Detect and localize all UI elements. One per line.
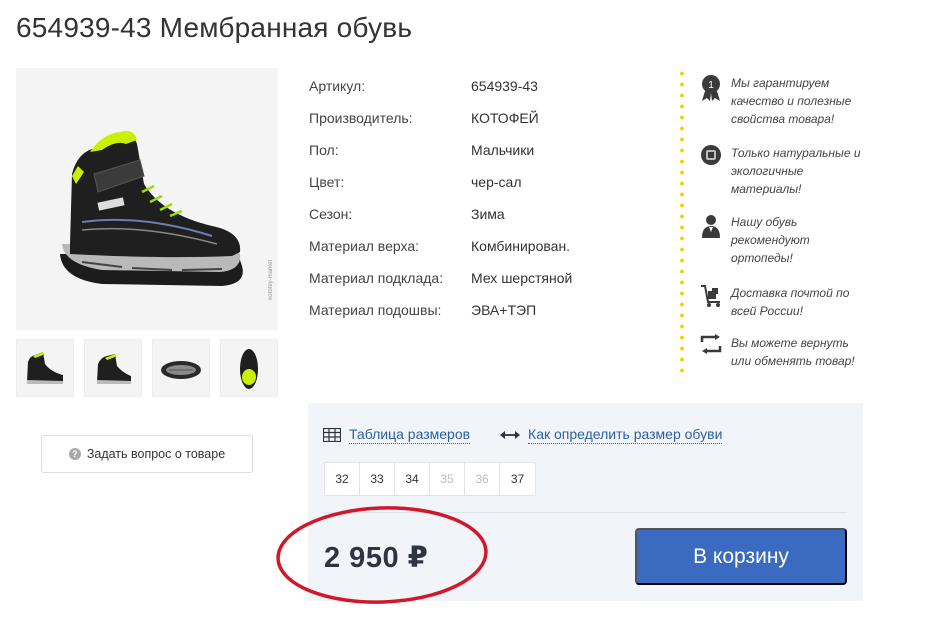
spec-value: КОТОФЕЙ bbox=[471, 110, 539, 126]
spec-row: Материал верха: Комбинирован. bbox=[309, 236, 572, 268]
spec-row: Материал подошвы: ЭВА+ТЭП bbox=[309, 300, 572, 332]
benefit-text: Только натуральные и экологичные материа… bbox=[731, 146, 861, 196]
spec-row: Пол: Мальчики bbox=[309, 140, 572, 172]
panel-divider bbox=[324, 512, 847, 513]
benefit-item: Вы можете вернуть или обменять товар! bbox=[699, 334, 871, 370]
boot-sole-thumb-icon bbox=[161, 361, 201, 379]
benefit-item: Доставка почтой по всей России! bbox=[699, 284, 871, 320]
benefit-text: Вы можете вернуть или обменять товар! bbox=[731, 336, 855, 368]
boot-top-thumb-icon bbox=[240, 349, 258, 389]
boot-thumb-icon bbox=[97, 354, 131, 384]
award-medal-icon: 1 bbox=[699, 74, 723, 128]
benefits-list: 1 Мы гарантируем качество и полезные сво… bbox=[680, 68, 875, 376]
spec-value: 654939-43 bbox=[471, 78, 538, 94]
spec-label: Производитель: bbox=[309, 110, 413, 126]
spec-row: Цвет: чер-сал bbox=[309, 172, 572, 204]
spec-label: Сезон: bbox=[309, 206, 353, 222]
ask-question-label: Задать вопрос о товаре bbox=[86, 447, 226, 461]
size-option[interactable]: 34 bbox=[395, 463, 430, 495]
delivery-cart-icon bbox=[699, 284, 723, 320]
spec-label: Материал подклада: bbox=[309, 270, 444, 286]
question-icon: ? bbox=[68, 448, 81, 460]
spec-label: Артикул: bbox=[309, 78, 366, 94]
spec-label: Цвет: bbox=[309, 174, 345, 190]
product-main-image[interactable]: kotofey-market bbox=[16, 68, 278, 330]
purchase-panel: Таблица размеров Как определить размер о… bbox=[308, 403, 863, 601]
svg-text:1: 1 bbox=[708, 80, 714, 91]
benefit-item: Только натуральные и экологичные материа… bbox=[699, 144, 871, 198]
natural-material-icon bbox=[699, 144, 723, 198]
thumbnail-sole[interactable] bbox=[152, 339, 210, 397]
spec-value: Мех шерстяной bbox=[471, 270, 573, 286]
thumbnail-top[interactable] bbox=[220, 339, 278, 397]
size-selector: 32 33 34 35 36 37 bbox=[324, 462, 536, 496]
thumbnail-strip bbox=[16, 339, 278, 397]
boot-illustration bbox=[60, 131, 243, 286]
spec-value: Комбинирован. bbox=[471, 238, 571, 254]
double-arrow-icon bbox=[500, 430, 521, 439]
benefit-item: 1 Мы гарантируем качество и полезные сво… bbox=[699, 74, 871, 128]
size-links: Таблица размеров Как определить размер о… bbox=[323, 425, 723, 444]
size-table-link[interactable]: Таблица размеров bbox=[323, 425, 471, 444]
size-option-unavailable: 35 bbox=[430, 463, 465, 495]
size-guide-link-label[interactable]: Как определить размер обуви bbox=[528, 425, 723, 444]
benefit-text: Мы гарантируем качество и полезные свойс… bbox=[731, 76, 852, 126]
spec-row: Сезон: Зима bbox=[309, 204, 572, 236]
image-watermark: kotofey-market bbox=[268, 260, 274, 300]
boot-thumb-icon bbox=[27, 352, 63, 384]
spec-label: Материал подошвы: bbox=[309, 302, 442, 318]
size-option-unavailable: 36 bbox=[465, 463, 500, 495]
spec-value: чер-сал bbox=[471, 174, 522, 190]
add-to-cart-button[interactable]: В корзину bbox=[635, 528, 847, 585]
thumbnail-front-side[interactable] bbox=[84, 339, 142, 397]
product-price: 2 950 ₽ bbox=[324, 542, 429, 574]
spec-row: Артикул: 654939-43 bbox=[309, 76, 572, 108]
thumbnail-side[interactable] bbox=[16, 339, 74, 397]
spec-value: Зима bbox=[471, 206, 505, 222]
benefit-text: Доставка почтой по всей России! bbox=[731, 286, 850, 318]
dotted-divider bbox=[680, 68, 684, 376]
return-exchange-icon bbox=[699, 334, 723, 370]
doctor-icon bbox=[699, 213, 723, 267]
table-grid-icon bbox=[323, 427, 341, 442]
spec-value: ЭВА+ТЭП bbox=[471, 302, 537, 318]
size-option[interactable]: 33 bbox=[360, 463, 395, 495]
product-specs: Артикул: 654939-43 Производитель: КОТОФЕЙ … bbox=[309, 76, 572, 332]
size-option[interactable]: 32 bbox=[325, 463, 360, 495]
size-table-link-label[interactable]: Таблица размеров bbox=[349, 425, 471, 444]
size-guide-link[interactable]: Как определить размер обуви bbox=[500, 425, 723, 444]
spec-label: Пол: bbox=[309, 142, 339, 158]
spec-row: Материал подклада: Мех шерстяной bbox=[309, 268, 572, 300]
size-option[interactable]: 37 bbox=[500, 463, 535, 495]
spec-value: Мальчики bbox=[471, 142, 535, 158]
ask-question-button[interactable]: ? Задать вопрос о товаре bbox=[41, 435, 253, 473]
benefit-item: Нашу обувь рекомендуют ортопеды! bbox=[699, 213, 871, 267]
product-title: 654939-43 Мембранная обувь bbox=[16, 12, 413, 43]
spec-label: Материал верха: bbox=[309, 238, 420, 254]
spec-row: Производитель: КОТОФЕЙ bbox=[309, 108, 572, 140]
benefit-text: Нашу обувь рекомендуют ортопеды! bbox=[731, 215, 810, 265]
